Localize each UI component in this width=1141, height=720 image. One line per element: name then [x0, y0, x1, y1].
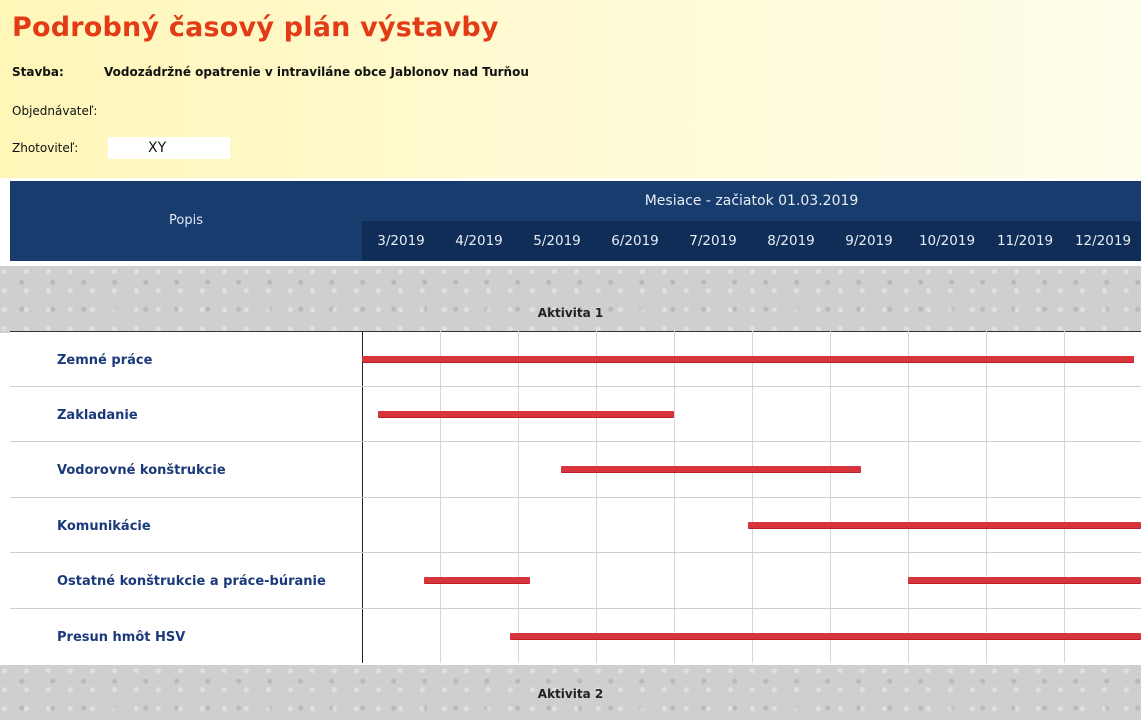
row-divider: [10, 552, 1141, 553]
zhotovitel-label: Zhotoviteľ:: [12, 141, 79, 155]
month-12-2019: 12/2019: [1074, 233, 1132, 249]
task-label-presun-hmot: Presun hmôt HSV: [57, 630, 186, 645]
task-label-komunikacie: Komunikácie: [57, 519, 151, 534]
document-title: Podrobný časový plán výstavby: [12, 12, 499, 43]
task-label-ostatne-konstrukcie: Ostatné konštrukcie a práce-búranie: [57, 574, 326, 589]
stavba-label: Stavba:: [12, 65, 64, 79]
schedule-bar: [377, 410, 674, 417]
activity-2-label: Aktivita 2: [537, 687, 604, 701]
schedule-bar: [362, 355, 1135, 362]
schedule-bar: [748, 521, 1141, 528]
month-3-2019: 3/2019: [377, 233, 425, 249]
objednavatel-label: Objednávateľ:: [12, 104, 98, 118]
month-row: 3/2019 4/2019 5/2019 6/2019 7/2019 8/201…: [362, 221, 1141, 261]
month-8-2019: 8/2019: [767, 233, 815, 249]
row-divider: [10, 608, 1141, 609]
month-4-2019: 4/2019: [455, 233, 503, 249]
row-divider: [10, 386, 1141, 387]
row-divider: [10, 497, 1141, 498]
month-6-2019: 6/2019: [611, 233, 659, 249]
month-11-2019: 11/2019: [996, 233, 1054, 249]
month-10-2019: 10/2019: [918, 233, 976, 249]
month-9-2019: 9/2019: [845, 233, 893, 249]
schedule-bar: [510, 632, 1141, 639]
month-7-2019: 7/2019: [689, 233, 737, 249]
activity-1-band: [0, 266, 1141, 333]
months-header: Mesiace - začiatok 01.03.2019: [644, 193, 859, 209]
schedule-bar: [908, 576, 1141, 583]
task-label-vodorovne-konstrukcie: Vodorovné konštrukcie: [57, 463, 226, 478]
popis-header: Popis: [169, 213, 203, 228]
task-label-zakladanie: Zakladanie: [57, 408, 138, 423]
zhotovitel-value: XY: [108, 137, 230, 159]
row-divider: [10, 441, 1141, 442]
activity-1-label: Aktivita 1: [537, 306, 604, 320]
schedule-bar: [560, 465, 862, 472]
schedule-bar: [424, 576, 530, 583]
month-5-2019: 5/2019: [533, 233, 581, 249]
stavba-value: Vodozádržné opatrenie v intraviláne obce…: [104, 65, 529, 79]
task-label-zemne-prace: Zemné práce: [57, 353, 153, 368]
